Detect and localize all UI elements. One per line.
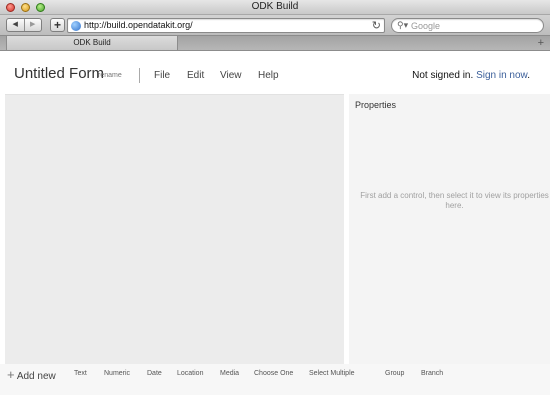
search-icon[interactable]: ⚲▾ bbox=[397, 20, 408, 31]
search-field[interactable]: ⚲▾ bbox=[391, 18, 544, 33]
window-title: ODK Build bbox=[251, 1, 299, 12]
add-new-text: Add new bbox=[16, 371, 56, 382]
menu-help[interactable]: Help bbox=[258, 70, 279, 81]
add-location-control[interactable]: Location bbox=[177, 370, 203, 377]
nav-buttons: ◀ ▶ bbox=[6, 18, 42, 32]
menu-edit[interactable]: Edit bbox=[187, 70, 204, 81]
tab-strip: ODK Build + bbox=[0, 35, 550, 51]
menu-view[interactable]: View bbox=[220, 70, 242, 81]
forward-button[interactable]: ▶ bbox=[23, 19, 42, 31]
add-choose-one-control[interactable]: Choose One bbox=[254, 370, 293, 377]
window-titlebar: ODK Build bbox=[0, 0, 550, 15]
signin-status: Not signed in. Sign in now. bbox=[412, 70, 530, 81]
globe-icon bbox=[71, 21, 81, 31]
add-control-bar: + Add new Text Numeric Date Location Med… bbox=[0, 364, 550, 395]
properties-title: Properties bbox=[355, 100, 397, 110]
add-new-label: + Add new bbox=[7, 367, 56, 382]
signin-link[interactable]: Sign in now bbox=[476, 70, 527, 81]
add-select-multiple-control[interactable]: Select Multiple bbox=[309, 370, 355, 377]
search-input[interactable] bbox=[411, 20, 537, 32]
signin-text: Not signed in. bbox=[412, 70, 474, 81]
tab-odk-build[interactable]: ODK Build bbox=[6, 36, 178, 50]
form-title: Untitled Form bbox=[14, 65, 105, 82]
signin-period: . bbox=[527, 70, 530, 81]
add-bookmark-button[interactable]: + bbox=[50, 18, 65, 32]
menu-file[interactable]: File bbox=[154, 70, 170, 81]
back-button[interactable]: ◀ bbox=[7, 19, 24, 31]
add-numeric-control[interactable]: Numeric bbox=[104, 370, 130, 377]
reload-icon[interactable]: ↻ bbox=[372, 19, 381, 32]
add-text-control[interactable]: Text bbox=[74, 370, 87, 377]
properties-hint: First add a control, then select it to v… bbox=[360, 191, 549, 210]
plus-icon: + bbox=[7, 367, 15, 382]
page-content: Untitled Form rename File Edit View Help… bbox=[0, 51, 550, 395]
form-workspace[interactable] bbox=[5, 94, 344, 364]
header-divider bbox=[139, 68, 140, 83]
add-date-control[interactable]: Date bbox=[147, 370, 162, 377]
rename-link[interactable]: rename bbox=[98, 72, 122, 79]
add-media-control[interactable]: Media bbox=[220, 370, 239, 377]
address-bar[interactable]: http://build.opendatakit.org/ ↻ bbox=[67, 18, 385, 33]
properties-panel: Properties First add a control, then sel… bbox=[349, 94, 550, 364]
add-group-control[interactable]: Group bbox=[385, 370, 404, 377]
browser-toolbar: ◀ ▶ + http://build.opendatakit.org/ ↻ ⚲▾ bbox=[0, 15, 550, 35]
add-branch-control[interactable]: Branch bbox=[421, 370, 443, 377]
new-tab-button[interactable]: + bbox=[538, 36, 544, 50]
url-text[interactable]: http://build.opendatakit.org/ bbox=[84, 20, 193, 30]
